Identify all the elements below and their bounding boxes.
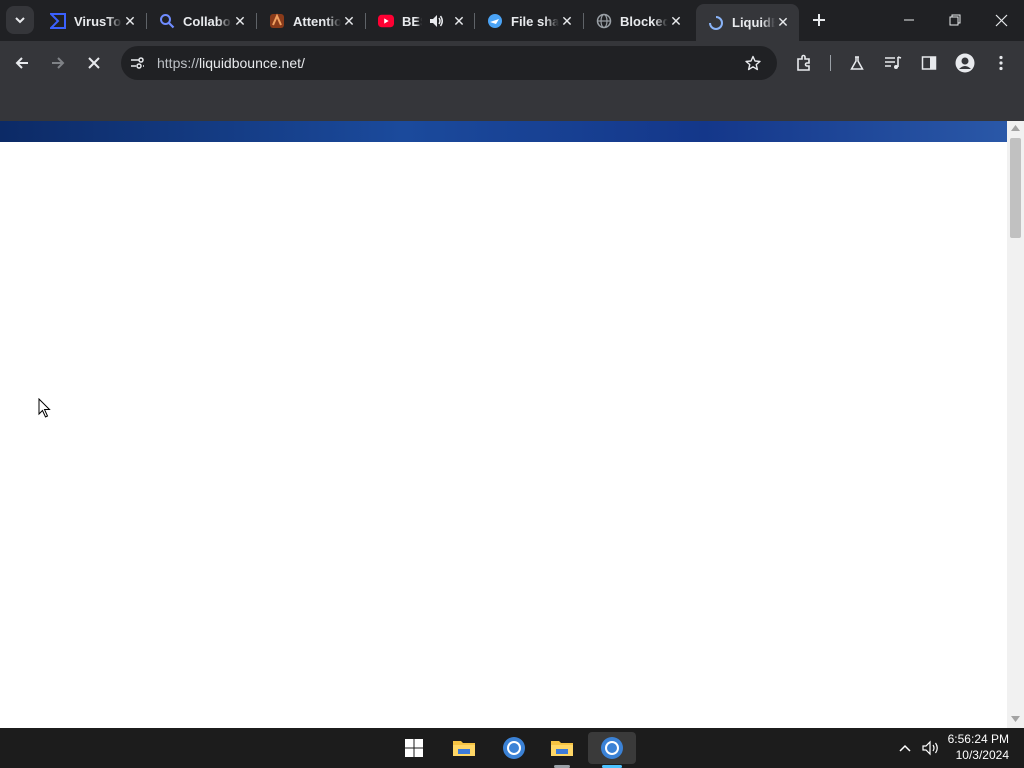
labs-button[interactable] (843, 49, 871, 77)
chevron-down-icon (15, 17, 25, 24)
system-clock[interactable]: 6:56:24 PM 10/3/2024 (948, 731, 1009, 763)
puzzle-icon (797, 54, 810, 71)
attention-icon (269, 13, 285, 29)
stop-loading-button[interactable] (80, 49, 108, 77)
media-controls-button[interactable] (879, 49, 907, 77)
vertical-scrollbar[interactable] (1007, 121, 1024, 728)
taskbar-file-explorer[interactable] (444, 732, 484, 764)
url-text[interactable]: https://liquidbounce.net/ (157, 55, 305, 71)
back-arrow-icon (15, 57, 28, 69)
clock-date: 10/3/2024 (955, 748, 1009, 762)
tab-liquidbounce[interactable]: LiquidBounce ✕ (696, 4, 799, 41)
clock-time: 6:56:24 PM (947, 732, 1009, 746)
toolbar-divider (830, 55, 831, 71)
page-header-banner (0, 121, 1007, 142)
side-panel-icon (921, 56, 937, 70)
close-icon[interactable]: ✕ (775, 14, 791, 31)
tab-search-button[interactable] (6, 6, 34, 34)
tab-title: Blocked (620, 13, 668, 29)
bookmark-star-icon[interactable] (745, 55, 761, 76)
start-button[interactable] (394, 732, 434, 764)
close-icon[interactable]: ✕ (559, 13, 575, 29)
tab-attention[interactable]: Attention ✕ (257, 6, 365, 36)
tab-virustotal[interactable]: VirusTotal ✕ (38, 6, 146, 36)
scroll-up-arrow-icon[interactable] (1011, 125, 1020, 131)
chrome-icon (503, 737, 525, 759)
stop-icon (88, 57, 100, 69)
tab-collaborator[interactable]: Collaborator ✕ (147, 6, 256, 36)
tab-blocked[interactable]: Blocked ✕ (584, 6, 692, 36)
close-icon[interactable]: ✕ (452, 13, 466, 29)
close-icon[interactable]: ✕ (122, 13, 138, 29)
kebab-menu-icon (999, 55, 1003, 71)
taskbar-chrome-active[interactable] (588, 732, 636, 768)
plus-icon (813, 14, 825, 26)
browser-toolbar: https://liquidbounce.net/ (0, 41, 1024, 85)
folder-icon (453, 741, 475, 756)
tab-file-sharing[interactable]: File sharing ✕ (475, 6, 583, 36)
youtube-icon (378, 13, 394, 29)
chrome-icon (601, 737, 623, 759)
site-settings-icon[interactable] (129, 55, 145, 76)
windows-taskbar: 6:56:24 PM 10/3/2024 (0, 728, 1024, 768)
minimize-icon (904, 19, 914, 21)
extensions-button[interactable] (790, 49, 818, 77)
forward-button[interactable] (44, 49, 72, 77)
new-tab-button[interactable] (805, 6, 833, 34)
tab-title: Collaborator (183, 13, 232, 29)
avatar-icon (955, 53, 975, 73)
page-viewport[interactable] (0, 121, 1007, 728)
close-icon[interactable]: ✕ (232, 13, 248, 29)
media-queue-icon (885, 56, 902, 69)
forward-arrow-icon (52, 57, 65, 69)
mouse-pointer-icon (38, 398, 51, 418)
taskbar-chrome[interactable] (494, 732, 534, 764)
globe-icon (596, 13, 612, 29)
profile-button[interactable] (951, 49, 979, 77)
chevron-up-icon (899, 744, 911, 752)
url-scheme: https:// (157, 55, 200, 71)
window-close-button[interactable] (987, 6, 1015, 34)
close-icon (995, 14, 1007, 26)
scroll-down-arrow-icon[interactable] (1011, 716, 1020, 722)
back-button[interactable] (8, 49, 36, 77)
windows-logo-icon (405, 739, 423, 757)
flask-icon (850, 56, 864, 70)
tab-title: Attention (293, 13, 341, 29)
tab-title: LiquidBounce (732, 15, 775, 30)
loading-icon (708, 15, 724, 31)
tab-title: BEST (402, 13, 422, 29)
scrollbar-thumb[interactable] (1010, 138, 1021, 238)
volume-button[interactable] (916, 732, 946, 764)
side-panel-button[interactable] (915, 49, 943, 77)
tab-best[interactable]: BEST ✕ (366, 6, 474, 36)
file-share-icon (487, 13, 503, 29)
speaker-icon (922, 740, 938, 756)
restore-button[interactable] (941, 6, 969, 34)
close-icon[interactable]: ✕ (341, 13, 357, 29)
address-bar[interactable]: https://liquidbounce.net/ (121, 46, 777, 80)
bookmarks-bar (0, 85, 1024, 122)
tab-title: File sharing (511, 13, 559, 29)
tab-strip: VirusTotal ✕ Collaborator ✕ Attention ✕ … (0, 0, 1024, 41)
url-host: liquidbounce.net/ (199, 55, 305, 71)
minimize-button[interactable] (895, 6, 923, 34)
speaker-icon[interactable] (428, 13, 444, 29)
search-icon (159, 13, 175, 29)
close-icon[interactable]: ✕ (668, 13, 684, 29)
restore-icon (949, 14, 961, 26)
menu-button[interactable] (987, 49, 1015, 77)
folder-icon (551, 741, 573, 756)
virustotal-icon (50, 13, 66, 29)
tab-title: VirusTotal (74, 13, 122, 29)
taskbar-file-explorer-2[interactable] (542, 732, 582, 768)
